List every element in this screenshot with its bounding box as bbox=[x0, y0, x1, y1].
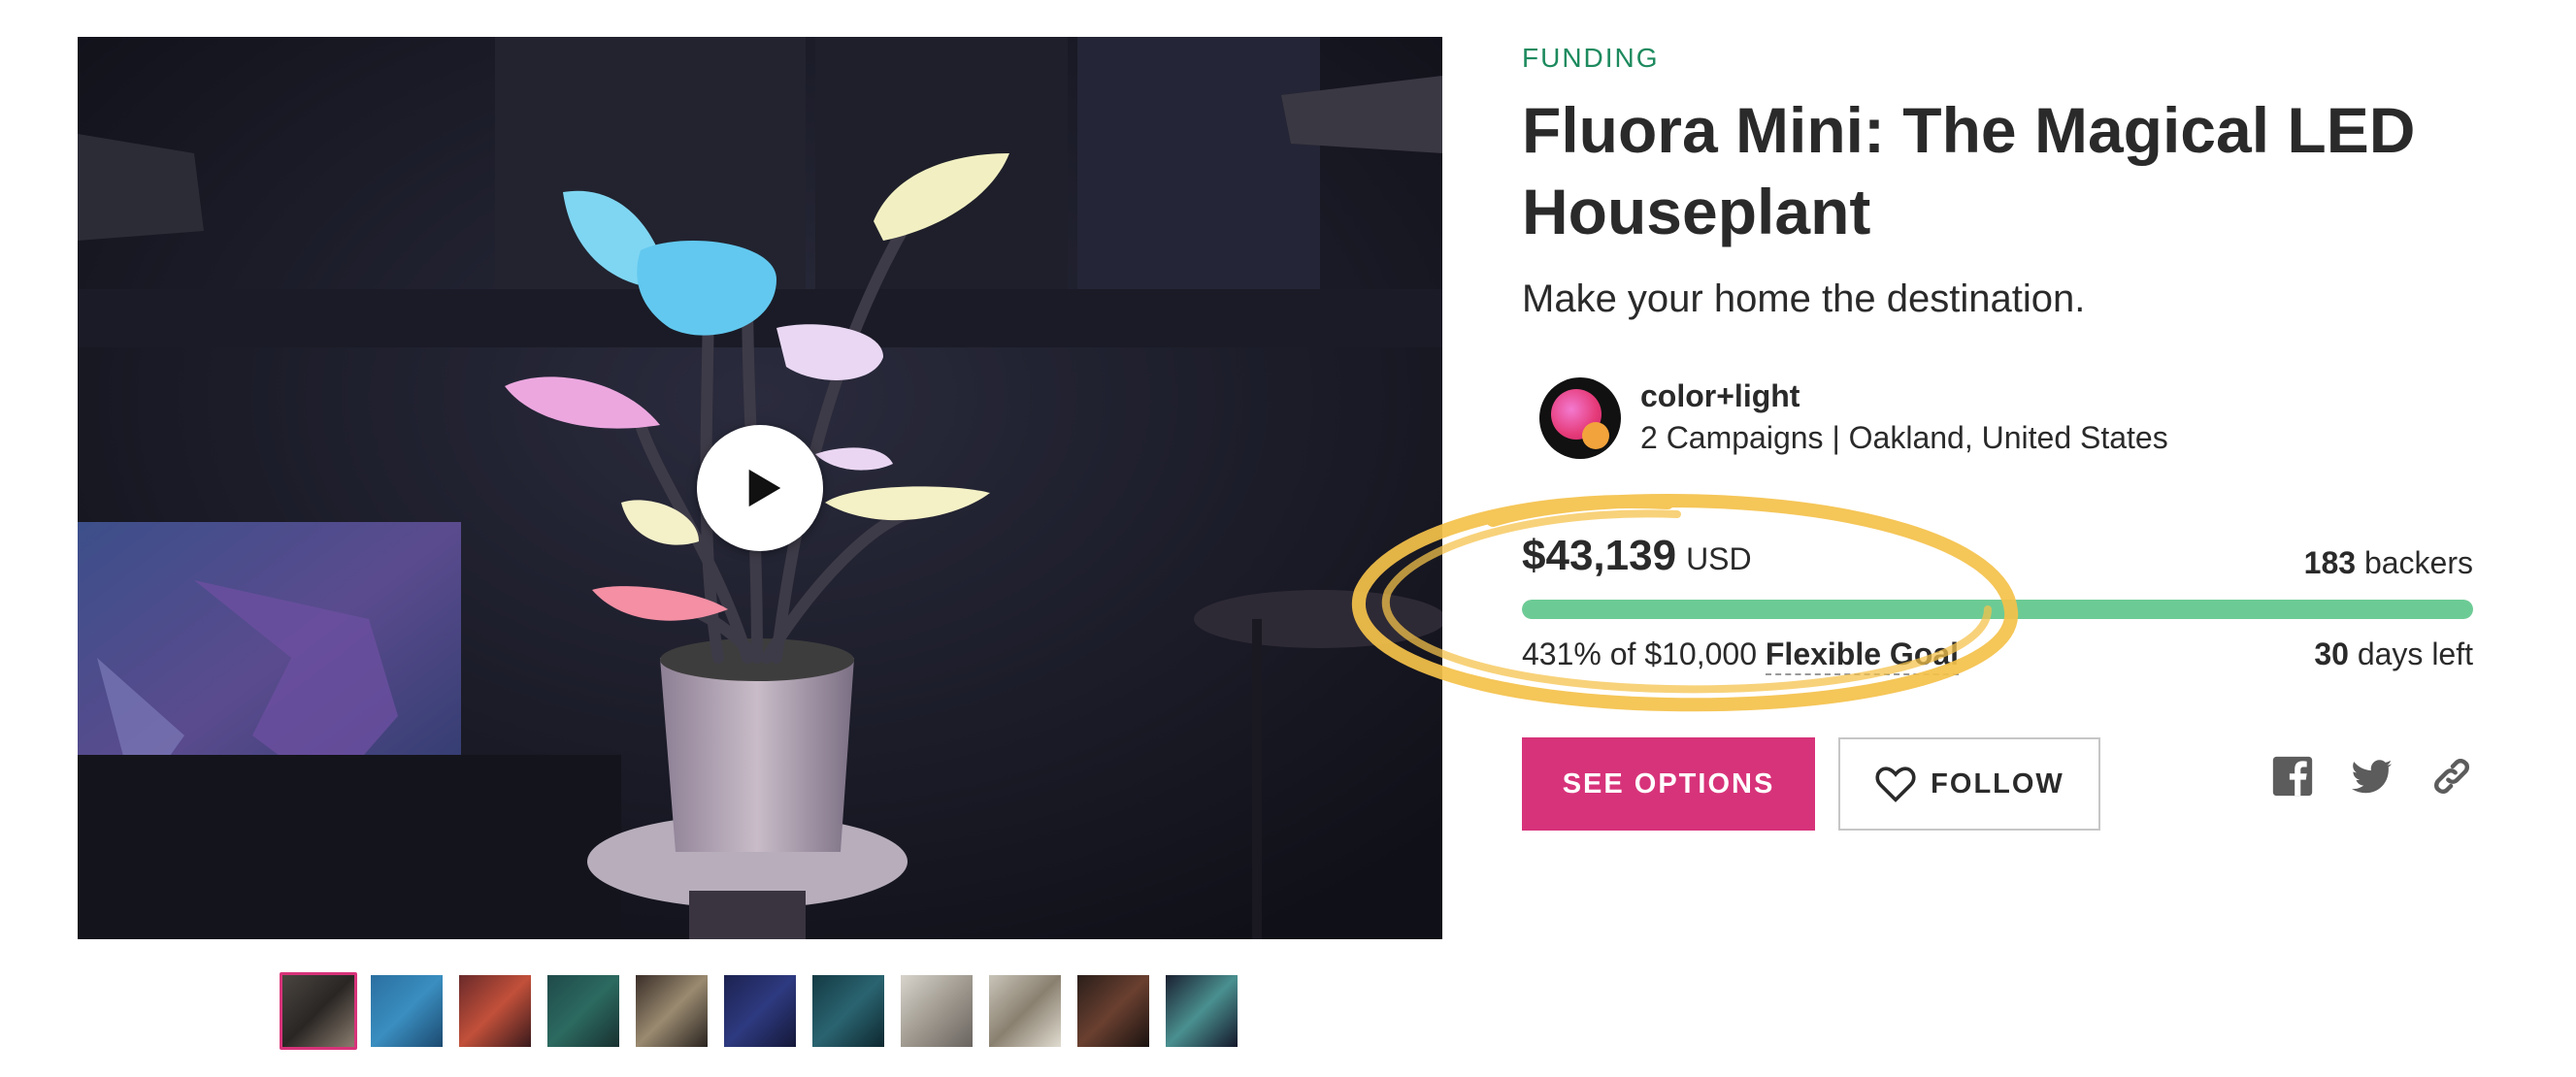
gallery-thumbnail[interactable] bbox=[280, 972, 357, 1050]
gallery-thumbnails bbox=[280, 972, 1240, 1052]
funding-progress-fill bbox=[1522, 600, 2473, 619]
gallery-thumbnail[interactable] bbox=[545, 972, 622, 1050]
backers-count: 183 backers bbox=[2304, 545, 2473, 581]
days-number: 30 bbox=[2314, 636, 2349, 671]
play-button[interactable] bbox=[697, 425, 823, 551]
gallery-thumbnail[interactable] bbox=[1074, 972, 1152, 1050]
funds-raised: $43,139 USD bbox=[1522, 532, 1752, 580]
campaign-status-label: FUNDING bbox=[1522, 43, 1660, 73]
gallery-thumbnail[interactable] bbox=[898, 972, 975, 1050]
campaign-title: Fluora Mini: The Magical LED Houseplant bbox=[1522, 94, 2416, 247]
gallery-thumbnail[interactable] bbox=[721, 972, 799, 1050]
percent-text: 431% of $10,000 bbox=[1522, 636, 1757, 671]
days-left: 30 days left bbox=[2314, 636, 2473, 672]
funding-progress-bar bbox=[1522, 600, 2473, 619]
backers-label: backers bbox=[2363, 545, 2473, 580]
heart-icon bbox=[1875, 767, 1916, 802]
owner-meta: 2 Campaigns | Oakland, United States bbox=[1640, 420, 2168, 455]
gallery-thumbnail[interactable] bbox=[1163, 972, 1240, 1050]
avatar[interactable] bbox=[1539, 377, 1621, 459]
gallery-thumbnail[interactable] bbox=[633, 972, 710, 1050]
campaign-owner[interactable]: color+light 2 Campaigns | Oakland, Unite… bbox=[1539, 376, 2168, 460]
raised-currency: USD bbox=[1686, 541, 1752, 576]
campaign-tagline: Make your home the destination. bbox=[1522, 277, 2086, 320]
gallery-thumbnail[interactable] bbox=[986, 972, 1064, 1050]
play-icon bbox=[748, 469, 781, 507]
gallery-thumbnail[interactable] bbox=[456, 972, 534, 1050]
funding-percent: 431% of $10,000 Flexible Goal bbox=[1522, 636, 1960, 675]
backers-number: 183 bbox=[2303, 545, 2357, 580]
campaign-video[interactable] bbox=[78, 37, 1442, 939]
follow-label: FOLLOW bbox=[1931, 767, 2064, 800]
social-share bbox=[2271, 755, 2473, 798]
owner-name[interactable]: color+light bbox=[1640, 376, 2168, 415]
gallery-thumbnail[interactable] bbox=[809, 972, 887, 1050]
see-options-button[interactable]: SEE OPTIONS bbox=[1522, 737, 1815, 831]
facebook-icon[interactable] bbox=[2271, 755, 2314, 798]
goal-type-tooltip[interactable]: Flexible Goal bbox=[1765, 636, 1960, 675]
gallery-thumbnail[interactable] bbox=[368, 972, 446, 1050]
link-icon[interactable] bbox=[2430, 755, 2473, 798]
twitter-icon[interactable] bbox=[2351, 755, 2394, 798]
raised-amount: $43,139 bbox=[1522, 532, 1677, 579]
days-label: days left bbox=[2357, 636, 2473, 671]
follow-button[interactable]: FOLLOW bbox=[1838, 737, 2100, 831]
